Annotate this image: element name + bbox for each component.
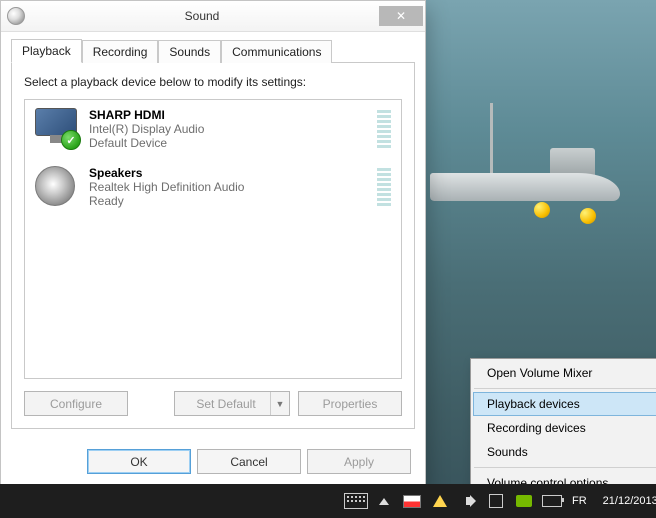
default-check-icon: ✓	[61, 130, 81, 150]
device-name: Speakers	[89, 166, 367, 180]
device-action-row: Configure Set Default ▼ Properties	[24, 391, 402, 416]
device-name: SHARP HDMI	[89, 108, 367, 122]
tray-overflow-icon[interactable]	[372, 489, 396, 513]
dialog-body: Playback Recording Sounds Communications…	[1, 32, 425, 439]
sound-sysicon	[7, 7, 25, 25]
tab-sounds[interactable]: Sounds	[158, 40, 221, 63]
device-status: Ready	[89, 194, 367, 208]
flag-icon[interactable]	[400, 489, 424, 513]
device-sub: Intel(R) Display Audio	[89, 122, 367, 136]
language-indicator[interactable]: FR	[564, 495, 595, 507]
buoy-graphic	[580, 208, 596, 224]
keyboard-icon[interactable]	[344, 489, 368, 513]
dialog-footer: OK Cancel Apply	[1, 439, 425, 488]
tab-playback[interactable]: Playback	[11, 39, 82, 63]
menu-separator	[474, 467, 656, 468]
cancel-button[interactable]: Cancel	[197, 449, 301, 474]
device-item[interactable]: Speakers Realtek High Definition Audio R…	[25, 158, 401, 216]
taskbar: FR 21/12/2013	[0, 484, 656, 518]
desktop: Sound ✕ Playback Recording Sounds Commun…	[0, 0, 656, 518]
tabstrip: Playback Recording Sounds Communications	[11, 39, 415, 63]
menu-sounds[interactable]: Sounds	[473, 440, 656, 464]
set-default-label: Set Default	[196, 397, 255, 411]
device-item[interactable]: ✓ SHARP HDMI Intel(R) Display Audio Defa…	[25, 100, 401, 158]
menu-playback-devices[interactable]: Playback devices	[473, 392, 656, 416]
ok-button[interactable]: OK	[87, 449, 191, 474]
device-status: Default Device	[89, 136, 367, 150]
window-icon[interactable]	[484, 489, 508, 513]
tab-recording[interactable]: Recording	[82, 40, 159, 63]
menu-recording-devices[interactable]: Recording devices	[473, 416, 656, 440]
menu-open-volume-mixer[interactable]: Open Volume Mixer	[473, 361, 656, 385]
device-sub: Realtek High Definition Audio	[89, 180, 367, 194]
battery-icon[interactable]	[540, 489, 564, 513]
monitor-icon: ✓	[35, 108, 79, 148]
sound-dialog: Sound ✕ Playback Recording Sounds Commun…	[0, 0, 426, 489]
configure-button[interactable]: Configure	[24, 391, 128, 416]
tab-communications[interactable]: Communications	[221, 40, 332, 63]
close-button[interactable]: ✕	[379, 6, 423, 26]
device-info: SHARP HDMI Intel(R) Display Audio Defaul…	[89, 108, 367, 150]
apply-button[interactable]: Apply	[307, 449, 411, 474]
volume-icon[interactable]	[456, 489, 480, 513]
volume-context-menu: Open Volume Mixer Playback devices Recor…	[470, 358, 656, 498]
device-info: Speakers Realtek High Definition Audio R…	[89, 166, 367, 208]
instruction-text: Select a playback device below to modify…	[24, 75, 402, 89]
playback-device-list[interactable]: ✓ SHARP HDMI Intel(R) Display Audio Defa…	[24, 99, 402, 379]
nvidia-icon[interactable]	[512, 489, 536, 513]
speaker-icon	[35, 166, 79, 206]
properties-button[interactable]: Properties	[298, 391, 402, 416]
tab-page-playback: Select a playback device below to modify…	[11, 62, 415, 429]
titlebar[interactable]: Sound ✕	[1, 1, 425, 32]
chevron-down-icon[interactable]: ▼	[270, 392, 289, 415]
level-meter-icon	[377, 108, 391, 148]
menu-separator	[474, 388, 656, 389]
taskbar-date[interactable]: 21/12/2013	[595, 495, 656, 507]
boat-graphic	[430, 143, 640, 208]
buoy-graphic	[534, 202, 550, 218]
window-title: Sound	[25, 9, 379, 23]
google-drive-icon[interactable]	[428, 489, 452, 513]
level-meter-icon	[377, 166, 391, 206]
set-default-button[interactable]: Set Default ▼	[174, 391, 290, 416]
close-icon: ✕	[396, 9, 406, 23]
